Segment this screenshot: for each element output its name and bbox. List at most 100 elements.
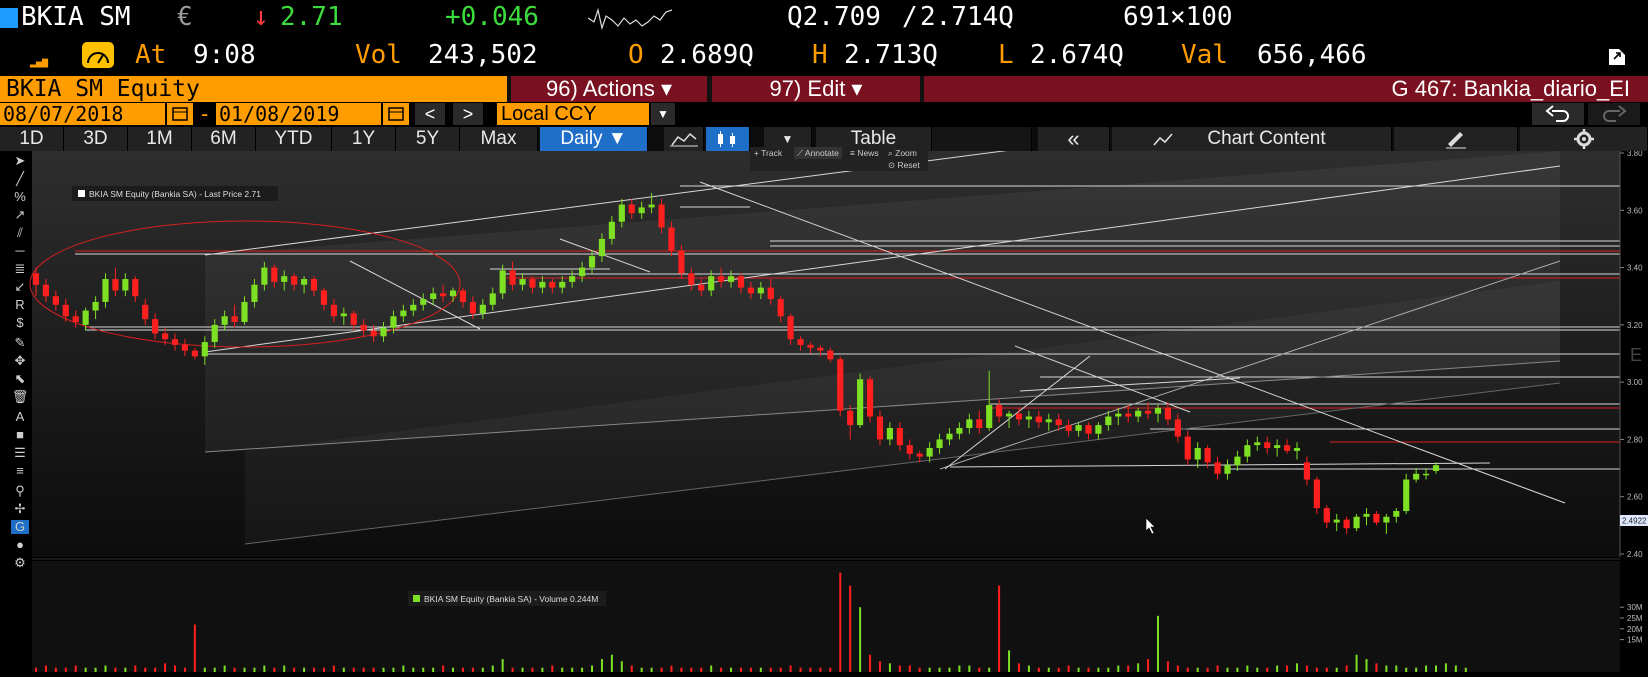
fill-style-icon[interactable]: ■: [11, 428, 29, 442]
period-1d[interactable]: 1D: [0, 127, 64, 151]
price-chart[interactable]: 3.80 3.60 3.40 3.20 3.00 2.80 2.60 2.40 30M 25M 2…: [0, 140, 1648, 672]
color-mode-icon[interactable]: ●: [11, 538, 29, 552]
volume-bar: [372, 667, 375, 672]
volume-bar: [591, 665, 594, 672]
magnet-mode-icon[interactable]: ⚲: [11, 484, 29, 498]
bid-ask-size: 691×100: [1123, 2, 1233, 32]
fib-tool-icon[interactable]: ≣: [11, 262, 29, 276]
reset-button[interactable]: ⊙ Reset: [888, 159, 920, 171]
undo-icon[interactable]: [1532, 103, 1584, 125]
frequency-select[interactable]: Daily ▼: [540, 127, 648, 151]
track-button[interactable]: + Track: [754, 147, 782, 159]
chart-name[interactable]: G 467: Bankia_diario_EI: [924, 76, 1648, 102]
period-5y[interactable]: 5Y: [396, 127, 460, 151]
price-tool-icon[interactable]: $: [11, 316, 29, 330]
volume-bar: [511, 667, 514, 672]
crosshair-mode-icon[interactable]: ✢: [11, 502, 29, 516]
export-icon[interactable]: [1606, 46, 1628, 68]
volume-bar: [461, 667, 464, 672]
ticker-symbol[interactable]: BKIA SM: [21, 0, 131, 34]
candle-body: [1254, 442, 1261, 446]
end-date-field[interactable]: 01/08/2019: [216, 103, 381, 125]
horizontal-line-tool-icon[interactable]: ─: [11, 244, 29, 258]
period-1y[interactable]: 1Y: [332, 127, 396, 151]
pointer-tool-icon[interactable]: ➤: [11, 154, 29, 168]
next-period-button[interactable]: >: [453, 103, 483, 125]
volume-bar: [700, 667, 703, 672]
edit-menu[interactable]: 97) Edit ▾: [712, 76, 920, 102]
volume-bar: [322, 667, 325, 672]
news-button[interactable]: ≡ News: [850, 147, 879, 159]
chart-area[interactable]: 3.80 3.60 3.40 3.20 3.00 2.80 2.60 2.40 30M 25M 2…: [0, 140, 1648, 672]
end-calendar-icon[interactable]: [383, 103, 409, 125]
volume-bar: [1335, 667, 1338, 672]
line-style-icon[interactable]: ≡: [11, 464, 29, 478]
volume-bar: [1017, 663, 1020, 672]
volume-bar: [938, 667, 941, 672]
price-tick-label: 3.80: [1627, 151, 1643, 158]
volume-bar: [342, 667, 345, 672]
toolbar-settings-icon[interactable]: ⚙: [11, 556, 29, 570]
annotate-button[interactable]: ⟋ Annotate: [794, 147, 842, 159]
volume-bar: [710, 665, 713, 672]
candle-body: [1234, 456, 1241, 466]
candle-body: [529, 279, 536, 288]
candle-body: [956, 427, 963, 434]
collapse-panel-button[interactable]: «: [1038, 127, 1110, 151]
volume-bar: [84, 667, 87, 672]
period-max[interactable]: Max: [460, 127, 538, 151]
move-tool-icon[interactable]: ✥: [11, 354, 29, 368]
currency-dropdown-icon[interactable]: ▼: [651, 103, 675, 125]
volume-bar: [1037, 667, 1040, 672]
volume-bar: [561, 667, 564, 672]
percent-line-tool-icon[interactable]: %: [11, 190, 29, 204]
retracement-tool-icon[interactable]: R: [11, 298, 29, 312]
settings-gear-icon[interactable]: [1520, 127, 1648, 151]
period-ytd[interactable]: YTD: [256, 127, 332, 151]
period-6m[interactable]: 6M: [192, 127, 256, 151]
arrow-tool-icon[interactable]: ↙: [11, 280, 29, 294]
previous-period-button[interactable]: <: [415, 103, 445, 125]
pencil-tool-icon[interactable]: ✎: [11, 336, 29, 350]
start-date-field[interactable]: 08/07/2018: [0, 103, 165, 125]
volume-bar: [104, 665, 107, 672]
candle-body: [817, 347, 824, 351]
chart-content-button[interactable]: Chart Content: [1112, 127, 1392, 151]
delete-tool-icon[interactable]: 🗑: [11, 390, 29, 404]
line-weight-icon[interactable]: ☰: [11, 446, 29, 460]
candle-chart-icon[interactable]: [706, 127, 750, 151]
redo-icon[interactable]: [1588, 103, 1640, 125]
actions-menu[interactable]: 96) Actions ▾: [511, 76, 707, 102]
line-chart-icon[interactable]: [664, 127, 704, 151]
font-style-icon[interactable]: A: [11, 410, 29, 424]
currency-select[interactable]: Local CCY: [497, 103, 649, 125]
speed-gauge-icon[interactable]: [82, 42, 114, 68]
edit-chart-icon[interactable]: [1394, 127, 1518, 151]
channel-tool-icon[interactable]: ⫽: [11, 226, 29, 240]
bid-ask-slash: /: [902, 2, 918, 32]
candle-body: [310, 279, 318, 291]
period-3d[interactable]: 3D: [64, 127, 128, 151]
line-tool-icon[interactable]: ╱: [11, 172, 29, 186]
high-label: H: [812, 40, 828, 70]
volume-bar: [1385, 665, 1388, 672]
candle-body: [737, 276, 745, 288]
candle-body: [1274, 445, 1281, 449]
volume-bar: [1405, 667, 1408, 672]
period-1m[interactable]: 1M: [128, 127, 192, 151]
candle-body: [1214, 462, 1221, 474]
candle-body: [1135, 410, 1142, 417]
ray-tool-icon[interactable]: ↗: [11, 208, 29, 222]
select-tool-icon[interactable]: ⬉: [11, 372, 29, 386]
zoom-button[interactable]: ⌕ Zoom: [888, 147, 917, 159]
security-field[interactable]: BKIA SM Equity: [0, 76, 507, 102]
volume-bar: [739, 667, 742, 672]
candle-body: [420, 299, 427, 305]
volume-bar: [869, 654, 872, 672]
last-price: 2.71: [280, 2, 343, 32]
start-calendar-icon[interactable]: [167, 103, 193, 125]
snap-mode-icon[interactable]: G: [11, 520, 29, 534]
open-label: O: [628, 40, 644, 70]
candle-body: [1393, 511, 1400, 517]
candle-body: [678, 250, 685, 274]
